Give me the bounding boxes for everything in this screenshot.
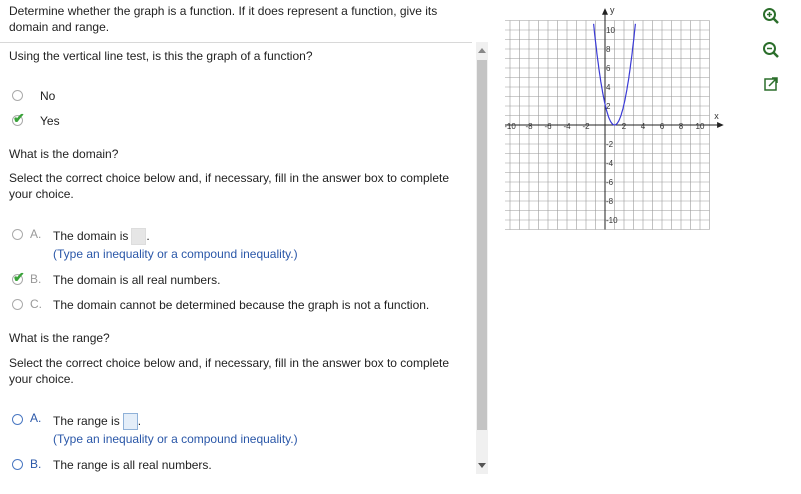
part1-question: Using the vertical line test, is this th… — [9, 49, 313, 63]
y-tick-label: -10 — [606, 216, 618, 225]
range-option-a-suffix: . — [137, 414, 142, 428]
domain-option-c-letter: C. — [30, 297, 42, 311]
zoom-out-button[interactable] — [761, 40, 781, 60]
scroll-up-icon[interactable] — [478, 48, 486, 53]
domain-option-a[interactable]: The domain is. — [53, 228, 150, 246]
pop-out-icon — [764, 77, 778, 91]
checkmark-icon: ✔ — [13, 110, 25, 126]
y-tick-label: -4 — [606, 159, 614, 168]
range-hint: (Type an inequality or a compound inequa… — [53, 432, 298, 446]
range-answer-box[interactable] — [122, 413, 138, 431]
option-no-label[interactable]: No — [40, 88, 55, 104]
range-option-a-text: The range is — [53, 414, 120, 428]
domain-hint: (Type an inequality or a compound inequa… — [53, 247, 298, 261]
range-radio-b[interactable] — [12, 459, 23, 470]
y-axis-label: y — [610, 5, 615, 15]
range-option-b[interactable]: The range is all real numbers. — [53, 457, 212, 473]
range-option-a-letter: A. — [30, 411, 42, 425]
x-tick-label: 2 — [622, 122, 627, 131]
domain-option-b-letter: B. — [30, 272, 42, 286]
y-tick-label: 6 — [606, 64, 611, 73]
radio-no[interactable] — [12, 90, 23, 101]
scroll-thumb[interactable] — [477, 60, 487, 430]
question-prompt: Determine whether the graph is a functio… — [9, 4, 438, 34]
range-question: What is the range? — [9, 331, 110, 345]
range-option-b-letter: B. — [30, 457, 42, 471]
y-tick-label: 4 — [606, 83, 611, 92]
domain-option-b[interactable]: The domain is all real numbers. — [53, 272, 220, 288]
function-graph: xy-10 -8 -6 -4 -2 2 4 6 8 10108642-2-4-6-8-10 — [505, 5, 724, 230]
domain-option-a-text: The domain is — [53, 229, 129, 243]
y-tick-label: -8 — [606, 197, 614, 206]
x-tick-label: 10 — [696, 122, 705, 131]
domain-radio-a[interactable] — [12, 229, 23, 240]
domain-answer-box[interactable] — [131, 228, 147, 246]
y-tick-label: -6 — [606, 178, 614, 187]
y-tick-label: 10 — [606, 26, 615, 35]
y-tick-label: 8 — [606, 45, 611, 54]
pop-out-button[interactable] — [761, 74, 781, 94]
zoom-out-icon — [763, 42, 779, 58]
domain-instruction: Select the correct choice below and, if … — [9, 171, 449, 201]
domain-option-a-suffix: . — [146, 229, 150, 243]
domain-option-c[interactable]: The domain cannot be determined because … — [53, 297, 429, 313]
y-tick-label: -2 — [606, 140, 614, 149]
x-tick-label: -4 — [563, 122, 571, 131]
x-tick-label: -2 — [582, 122, 590, 131]
range-option-a[interactable]: The range is. — [53, 413, 142, 431]
x-tick-label: -8 — [525, 122, 533, 131]
scrollbar[interactable] — [476, 42, 488, 474]
option-yes-label[interactable]: Yes — [40, 113, 60, 129]
divider — [0, 42, 472, 43]
y-axis-arrow — [602, 8, 608, 15]
scroll-down-icon[interactable] — [478, 463, 486, 468]
x-tick-label: 8 — [679, 122, 684, 131]
range-instruction: Select the correct choice below and, if … — [9, 356, 449, 386]
range-radio-a[interactable] — [12, 414, 23, 425]
x-tick-label: 4 — [641, 122, 646, 131]
zoom-in-button[interactable] — [761, 6, 781, 26]
x-tick-label: -10 — [505, 122, 516, 131]
x-tick-label: -6 — [544, 122, 552, 131]
checkmark-icon: ✔ — [13, 269, 25, 285]
x-axis-arrow — [717, 122, 724, 128]
zoom-in-icon — [763, 8, 779, 24]
domain-radio-c[interactable] — [12, 299, 23, 310]
x-axis-label: x — [714, 111, 719, 121]
domain-option-a-letter: A. — [30, 227, 42, 241]
question-panel: Determine whether the graph is a functio… — [0, 0, 472, 494]
x-tick-label: 6 — [660, 122, 665, 131]
domain-question: What is the domain? — [9, 147, 119, 161]
